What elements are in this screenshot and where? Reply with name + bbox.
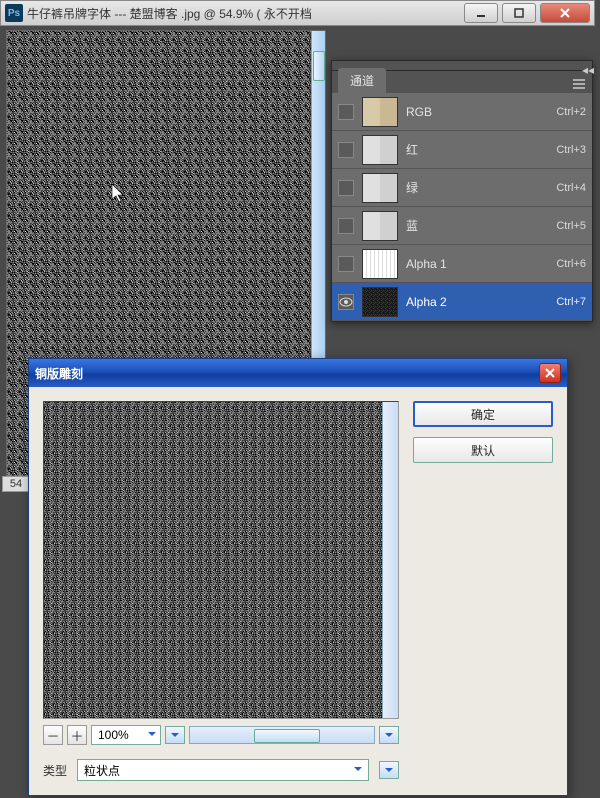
- channel-shortcut: Ctrl+2: [556, 106, 586, 118]
- channel-thumbnail: [362, 135, 398, 165]
- type-select[interactable]: 粒状点: [77, 759, 369, 781]
- tab-channels[interactable]: 通道: [338, 68, 386, 93]
- preview-scrollbar-horizontal[interactable]: [189, 726, 375, 744]
- zoom-controls: － ＋ 100%: [43, 725, 399, 745]
- channel-row-红[interactable]: 红 Ctrl+3: [332, 131, 592, 169]
- channel-list: RGB Ctrl+2 红 Ctrl+3 绿 Ctrl+4 蓝 Ctrl+5 Alpha 1 Ctr…: [332, 93, 592, 321]
- preview-content: [44, 402, 398, 718]
- channel-row-rgb[interactable]: RGB Ctrl+2: [332, 93, 592, 131]
- channel-thumbnail: [362, 211, 398, 241]
- visibility-toggle[interactable]: [338, 218, 354, 234]
- zoom-readout[interactable]: 54: [2, 476, 30, 492]
- type-row: 类型 粒状点: [43, 759, 399, 781]
- channel-thumbnail: [362, 173, 398, 203]
- channel-name: Alpha 1: [406, 257, 548, 271]
- channel-shortcut: Ctrl+6: [556, 258, 586, 270]
- channel-shortcut: Ctrl+4: [556, 182, 586, 194]
- channel-shortcut: Ctrl+5: [556, 220, 586, 232]
- app-icon: Ps: [5, 4, 23, 22]
- zoom-value: 100%: [98, 728, 129, 742]
- dialog-close-button[interactable]: [539, 363, 561, 383]
- window-titlebar[interactable]: Ps 牛仔裤吊牌字体 --- 楚盟博客 .jpg @ 54.9% ( 永不开档: [0, 0, 595, 26]
- channel-row-蓝[interactable]: 蓝 Ctrl+5: [332, 207, 592, 245]
- default-button[interactable]: 默认: [413, 437, 553, 463]
- eye-icon: [339, 297, 353, 307]
- zoom-select[interactable]: 100%: [91, 725, 161, 745]
- channel-name: 绿: [406, 179, 548, 196]
- visibility-toggle[interactable]: [338, 104, 354, 120]
- close-button[interactable]: [540, 3, 590, 23]
- dialog-body: － ＋ 100% 类型 粒状点 确定: [29, 387, 567, 795]
- visibility-toggle[interactable]: [338, 142, 354, 158]
- minimize-button[interactable]: [464, 3, 498, 23]
- photoshop-window: Ps 牛仔裤吊牌字体 --- 楚盟博客 .jpg @ 54.9% ( 永不开档 …: [0, 0, 595, 798]
- scroll-thumb[interactable]: [313, 51, 325, 81]
- dialog-buttons: 确定 默认: [413, 401, 553, 781]
- channels-panel: ◂◂ 通道 RGB Ctrl+2 红 Ctrl+3 绿 Ctrl+4 蓝 Ctrl+5 Alph…: [331, 60, 593, 322]
- channel-row-alpha1[interactable]: Alpha 1 Ctrl+6: [332, 245, 592, 283]
- visibility-toggle[interactable]: [338, 180, 354, 196]
- panel-menu-button[interactable]: [570, 75, 588, 93]
- zoom-dropdown-button[interactable]: [165, 726, 185, 744]
- type-dropdown-button[interactable]: [379, 761, 399, 779]
- dialog-titlebar[interactable]: 铜版雕刻: [29, 359, 567, 387]
- channel-name: 蓝: [406, 217, 548, 234]
- visibility-toggle[interactable]: [338, 256, 354, 272]
- channel-name: Alpha 2: [406, 295, 548, 309]
- preview-hscroll-dropdown[interactable]: [379, 726, 399, 744]
- channel-row-绿[interactable]: 绿 Ctrl+4: [332, 169, 592, 207]
- type-value: 粒状点: [84, 762, 120, 779]
- ok-button[interactable]: 确定: [413, 401, 553, 427]
- channel-shortcut: Ctrl+3: [556, 144, 586, 156]
- window-title: 牛仔裤吊牌字体 --- 楚盟博客 .jpg @ 54.9% ( 永不开档: [27, 5, 464, 22]
- channel-shortcut: Ctrl+7: [556, 296, 586, 308]
- zoom-out-button[interactable]: －: [43, 725, 63, 745]
- channel-thumbnail: [362, 249, 398, 279]
- channel-thumbnail: [362, 287, 398, 317]
- channel-row-alpha2[interactable]: Alpha 2 Ctrl+7: [332, 283, 592, 321]
- dialog-title: 铜版雕刻: [35, 365, 539, 382]
- filter-preview[interactable]: [43, 401, 399, 719]
- maximize-button[interactable]: [502, 3, 536, 23]
- zoom-in-button[interactable]: ＋: [67, 725, 87, 745]
- channel-name: 红: [406, 141, 548, 158]
- preview-scrollbar-vertical[interactable]: [382, 402, 398, 718]
- window-controls: [464, 3, 590, 23]
- type-label: 类型: [43, 762, 67, 779]
- filter-dialog: 铜版雕刻 － ＋ 100%: [28, 358, 568, 796]
- visibility-toggle[interactable]: [338, 294, 354, 310]
- collapse-left-icon[interactable]: ◂◂: [582, 63, 588, 69]
- channel-name: RGB: [406, 105, 548, 119]
- channel-thumbnail: [362, 97, 398, 127]
- dialog-left-column: － ＋ 100% 类型 粒状点: [43, 401, 399, 781]
- panel-tabs: 通道: [332, 71, 592, 93]
